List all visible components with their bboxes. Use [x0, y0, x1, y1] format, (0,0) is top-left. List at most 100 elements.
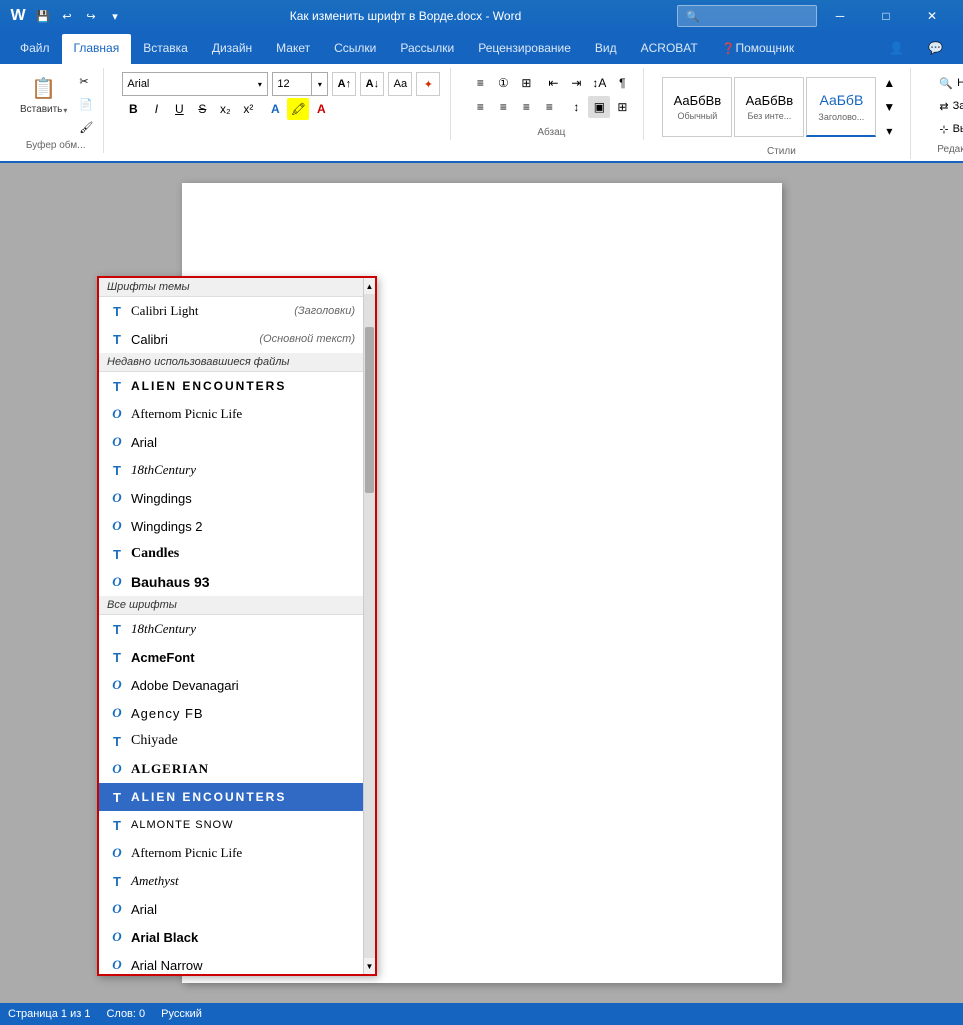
- font-type-icon: T: [107, 871, 127, 891]
- line-spacing-btn[interactable]: ↕: [565, 96, 587, 118]
- tab-layout[interactable]: Макет: [264, 34, 322, 64]
- font-item-chiyade-all[interactable]: T Chiyade: [99, 727, 363, 755]
- scroll-up-btn[interactable]: ▲: [364, 278, 376, 294]
- font-decrease-btn[interactable]: A↓: [360, 72, 384, 96]
- font-item-wingdings-recent[interactable]: O Wingdings: [99, 484, 363, 512]
- bold-btn[interactable]: B: [122, 98, 144, 120]
- strikethrough-btn[interactable]: S: [191, 98, 213, 120]
- font-type-icon: O: [107, 703, 127, 723]
- underline-btn[interactable]: U: [168, 98, 190, 120]
- font-name-arrow[interactable]: ▾: [252, 72, 268, 96]
- increase-indent-btn[interactable]: ⇥: [565, 72, 587, 94]
- minimize-btn[interactable]: ─: [817, 0, 863, 32]
- decrease-indent-btn[interactable]: ⇤: [542, 72, 564, 94]
- scroll-track[interactable]: [364, 294, 375, 958]
- style-normal[interactable]: АаБбВв Обычный: [662, 77, 732, 137]
- tab-insert[interactable]: Вставка: [131, 34, 200, 64]
- font-item-wingdings2-recent[interactable]: O Wingdings 2: [99, 512, 363, 540]
- sort-btn[interactable]: ↕A: [588, 72, 610, 94]
- tab-view[interactable]: Вид: [583, 34, 629, 64]
- italic-btn[interactable]: I: [145, 98, 167, 120]
- quick-access-dropdown[interactable]: ▾: [104, 5, 126, 27]
- font-item-afternom-all[interactable]: O Afternom Picnic Life: [99, 839, 363, 867]
- search-box[interactable]: 🔍: [677, 5, 817, 27]
- tab-user[interactable]: 👤: [877, 34, 916, 64]
- select-btn[interactable]: ⊹ Выделить ▾: [931, 118, 963, 140]
- font-item-alien-all[interactable]: T ALIEN ENCOUNTERS: [99, 783, 363, 811]
- shading-btn[interactable]: ▣: [588, 96, 610, 118]
- styles-more[interactable]: ▾: [878, 120, 900, 142]
- close-btn[interactable]: ✕: [909, 0, 955, 32]
- style-heading1[interactable]: АаБбВ Заголово...: [806, 77, 876, 137]
- text-effect-btn[interactable]: A: [264, 98, 286, 120]
- highlight-btn[interactable]: 🖍: [287, 98, 309, 120]
- font-size-input[interactable]: 12: [272, 72, 312, 96]
- undo-quick-btn[interactable]: ↩: [56, 5, 78, 27]
- font-item-calibri[interactable]: T Calibri (Основной текст): [99, 325, 363, 353]
- superscript-btn[interactable]: x²: [237, 98, 259, 120]
- font-item-calibri-light[interactable]: T Calibri Light (Заголовки): [99, 297, 363, 325]
- paste-btn[interactable]: 📋 Вставить ▾: [14, 70, 73, 118]
- font-item-arialnarrow-all[interactable]: O Arial Narrow: [99, 951, 363, 974]
- font-item-adobe-all[interactable]: O Adobe Devanagari: [99, 671, 363, 699]
- styles-scroll-up[interactable]: ▲: [878, 72, 900, 94]
- font-color-btn[interactable]: A: [310, 98, 332, 120]
- tab-mailings[interactable]: Рассылки: [388, 34, 466, 64]
- justify-btn[interactable]: ≡: [538, 96, 560, 118]
- tab-home[interactable]: Главная: [62, 34, 132, 64]
- font-item-18th-all[interactable]: T 18thCentury: [99, 615, 363, 643]
- all-fonts-header: Все шрифты: [99, 596, 363, 615]
- save-quick-btn[interactable]: 💾: [32, 5, 54, 27]
- tab-help[interactable]: ❓ Помощник: [710, 34, 806, 64]
- tab-review[interactable]: Рецензирование: [466, 34, 583, 64]
- cut-btn[interactable]: ✂: [75, 70, 97, 92]
- font-item-acmefont-all[interactable]: T AcmeFont: [99, 643, 363, 671]
- font-name-input[interactable]: Arial: [122, 72, 252, 96]
- bullet-list-btn[interactable]: ≡: [469, 72, 491, 94]
- copy-btn[interactable]: 📄: [75, 93, 97, 115]
- clear-format-btn[interactable]: ✦: [416, 72, 440, 96]
- font-item-arial-recent[interactable]: O Arial: [99, 428, 363, 456]
- format-paint-btn[interactable]: 🖌: [75, 116, 97, 138]
- font-item-arial-all[interactable]: O Arial: [99, 895, 363, 923]
- font-item-18th-recent[interactable]: T 18thCentury: [99, 456, 363, 484]
- scroll-down-btn[interactable]: ▼: [364, 958, 376, 974]
- find-btn[interactable]: 🔍 Найти ▾: [931, 72, 963, 94]
- font-item-name: Afternom Picnic Life: [131, 406, 242, 422]
- font-item-agency-all[interactable]: O Agency FB: [99, 699, 363, 727]
- font-item-algerian-all[interactable]: O ALGERIAN: [99, 755, 363, 783]
- tab-file[interactable]: Файл: [8, 34, 62, 64]
- tab-comments[interactable]: 💬: [916, 34, 955, 64]
- font-item-candles-recent[interactable]: T Candles: [99, 540, 363, 568]
- style-no-interval[interactable]: АаБбВв Без инте...: [734, 77, 804, 137]
- subscript-btn[interactable]: x₂: [214, 98, 236, 120]
- multilevel-list-btn[interactable]: ⊞: [515, 72, 537, 94]
- styles-scroll-down[interactable]: ▼: [878, 96, 900, 118]
- font-item-name: Chiyade: [131, 733, 178, 749]
- tab-references[interactable]: Ссылки: [322, 34, 388, 64]
- show-marks-btn[interactable]: ¶: [611, 72, 633, 94]
- maximize-btn[interactable]: □: [863, 0, 909, 32]
- font-item-afternom-recent[interactable]: O Afternom Picnic Life: [99, 400, 363, 428]
- font-size-arrow[interactable]: ▾: [312, 72, 328, 96]
- font-item-almonte-all[interactable]: T ALMONTE SNOW: [99, 811, 363, 839]
- font-case-btn[interactable]: Аа: [388, 72, 412, 96]
- font-increase-btn[interactable]: A↑: [332, 72, 356, 96]
- numbered-list-btn[interactable]: ①: [492, 72, 514, 94]
- font-item-name: Agency FB: [131, 706, 204, 721]
- font-item-amethyst-all[interactable]: T Amethyst: [99, 867, 363, 895]
- align-right-btn[interactable]: ≡: [515, 96, 537, 118]
- font-item-bauhaus-recent[interactable]: O Bauhaus 93: [99, 568, 363, 596]
- redo-quick-btn[interactable]: ↪: [80, 5, 102, 27]
- tab-design[interactable]: Дизайн: [200, 34, 264, 64]
- tab-acrobat[interactable]: ACROBAT: [629, 34, 710, 64]
- font-type-icon: T: [107, 460, 127, 480]
- font-item-name: Arial: [131, 435, 157, 450]
- font-item-alien-recent[interactable]: T ALIEN ENCOUNTERS: [99, 372, 363, 400]
- replace-btn[interactable]: ⇄ Заменить: [931, 95, 963, 117]
- font-item-arialblack-all[interactable]: O Arial Black: [99, 923, 363, 951]
- align-center-btn[interactable]: ≡: [492, 96, 514, 118]
- doc-area: Шрифты темы T Calibri Light (Заголовки) …: [0, 163, 963, 1003]
- border-btn[interactable]: ⊞: [611, 96, 633, 118]
- align-left-btn[interactable]: ≡: [469, 96, 491, 118]
